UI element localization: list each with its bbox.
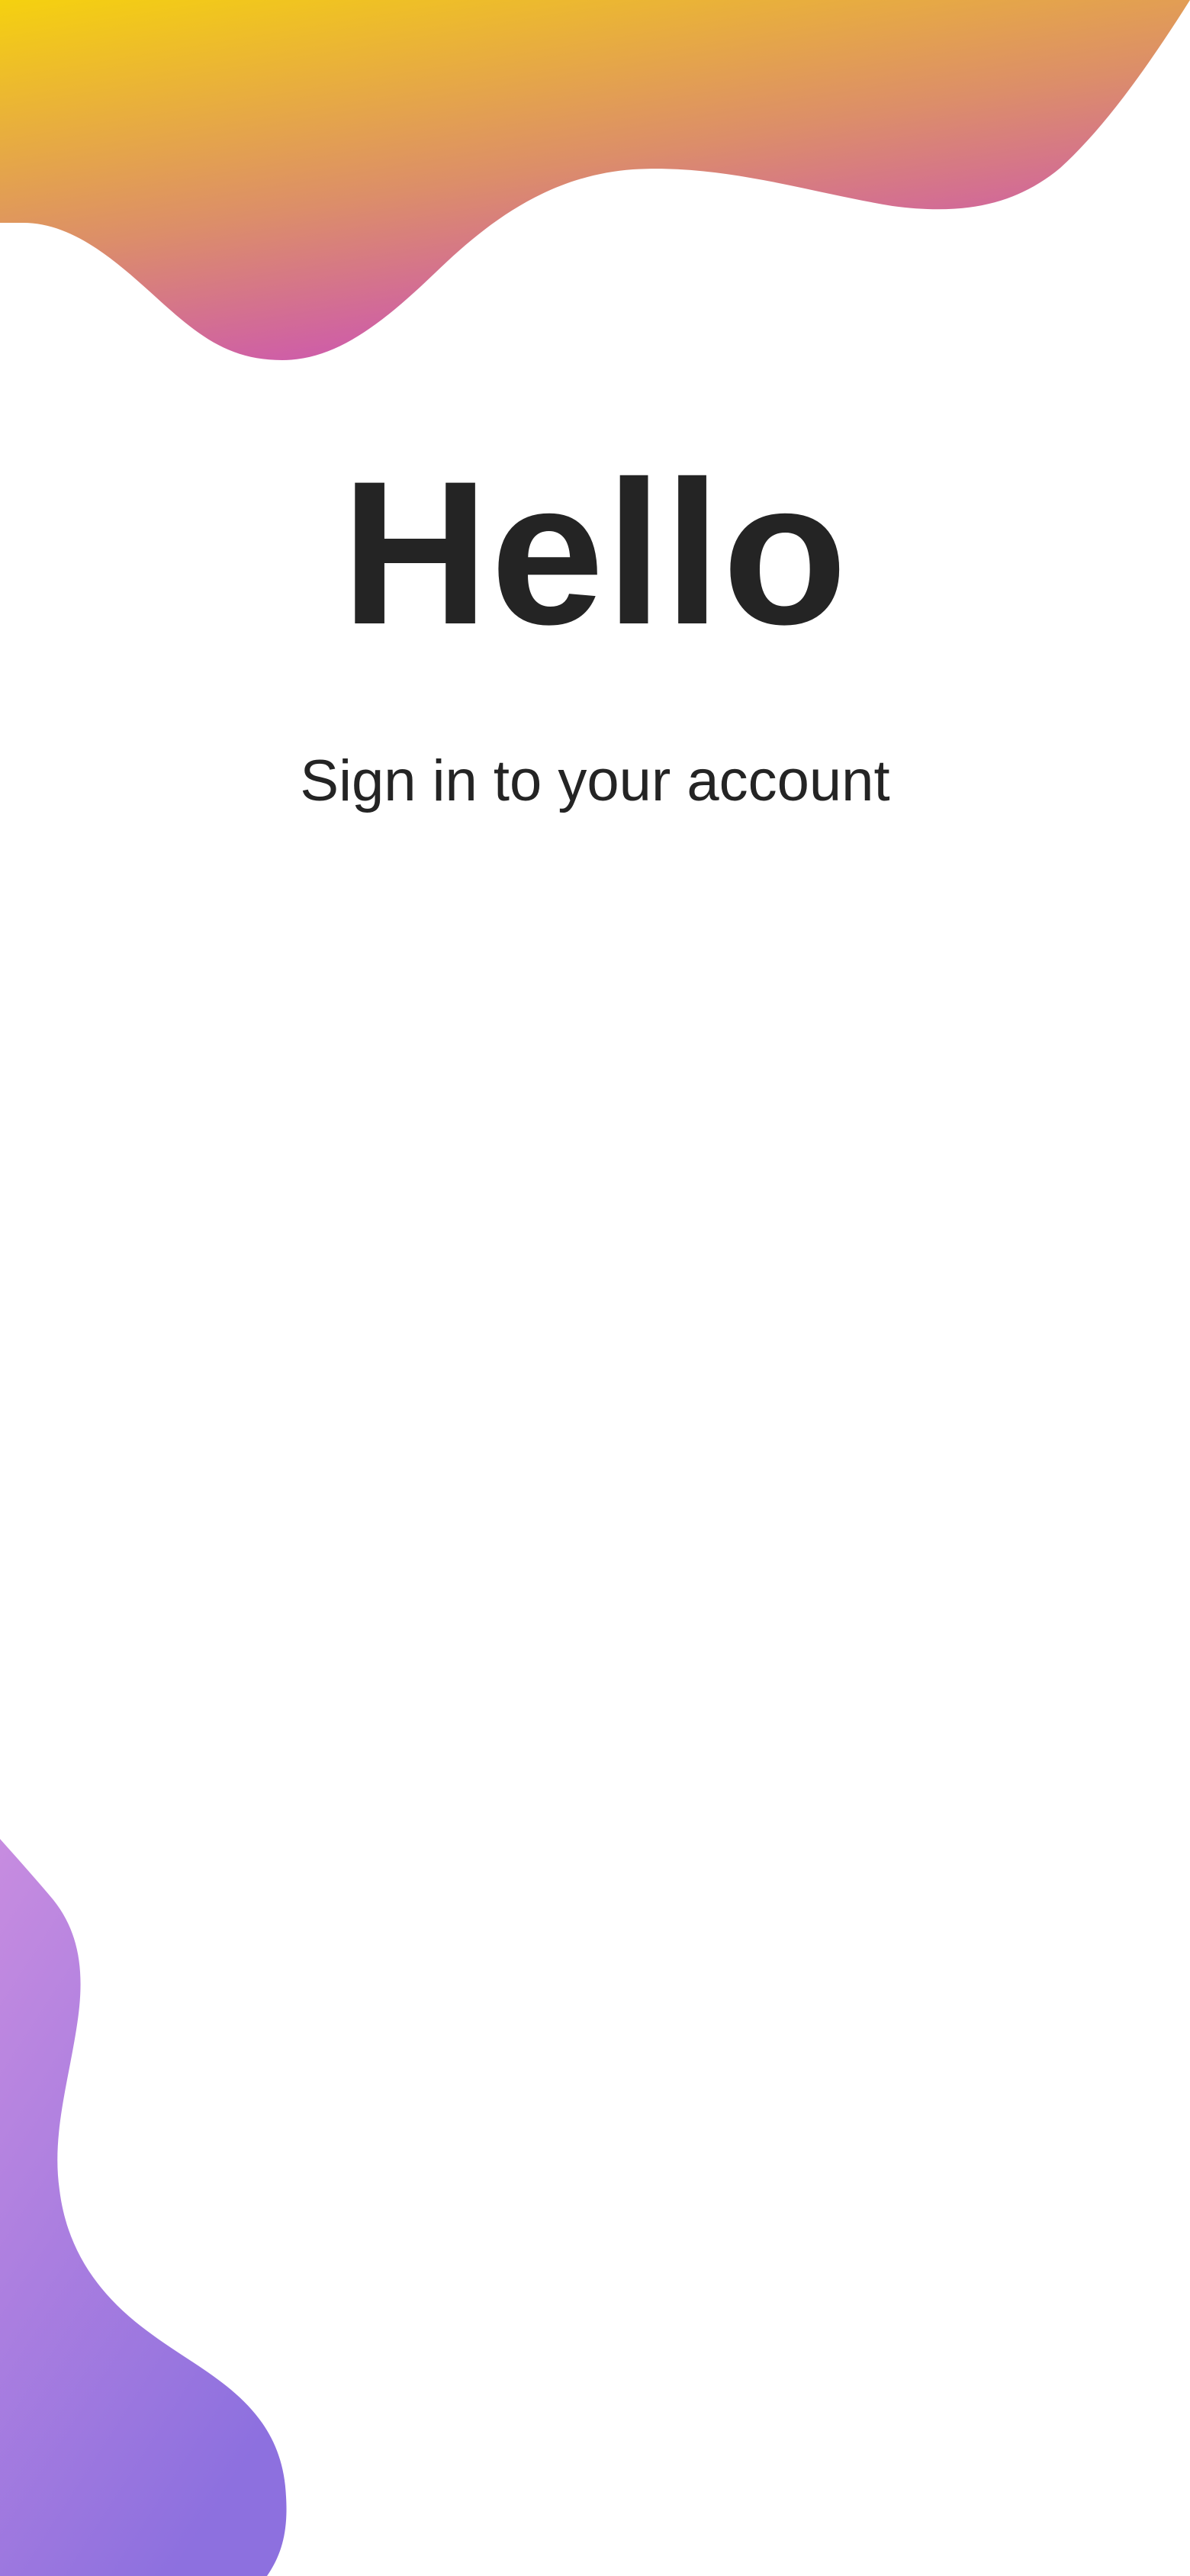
- bottom-wave-decoration: [0, 1839, 287, 2576]
- page-subtitle: Sign in to your account: [300, 749, 890, 813]
- page-title: Hello: [341, 438, 849, 667]
- top-wave-decoration: [0, 0, 1190, 360]
